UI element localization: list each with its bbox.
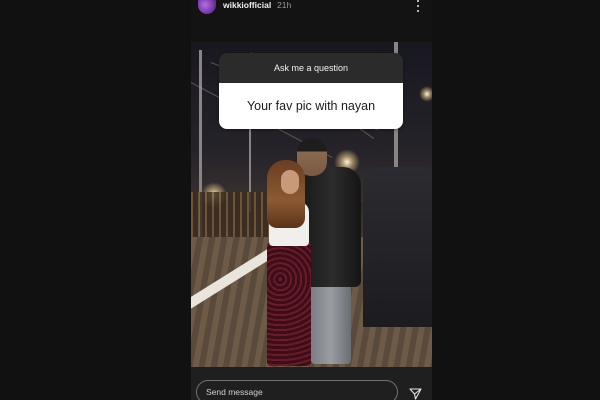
username[interactable]: wikkiofficial [223, 0, 271, 10]
man-figure [303, 167, 361, 287]
man-figure-legs [311, 282, 351, 364]
left-backdrop [0, 0, 191, 400]
question-prompt: Ask me a question [219, 53, 403, 83]
paper-plane-icon[interactable] [409, 388, 422, 400]
background-crowd [363, 167, 432, 327]
story-footer [191, 367, 432, 400]
send-message-input[interactable] [196, 380, 398, 400]
avatar[interactable] [198, 0, 216, 14]
street-light [419, 86, 432, 102]
timestamp: 21h [277, 0, 292, 10]
question-sticker[interactable]: Ask me a question Your fav pic with naya… [219, 53, 403, 129]
more-vertical-icon[interactable] [414, 0, 422, 12]
right-backdrop [432, 0, 600, 400]
woman-figure-skirt [267, 242, 311, 366]
story-viewer[interactable]: wikkiofficial 21h Ask me a question Your… [191, 0, 432, 400]
story-header: wikkiofficial 21h [191, 0, 432, 42]
question-answer: Your fav pic with nayan [219, 83, 403, 129]
woman-figure-face [281, 170, 299, 194]
